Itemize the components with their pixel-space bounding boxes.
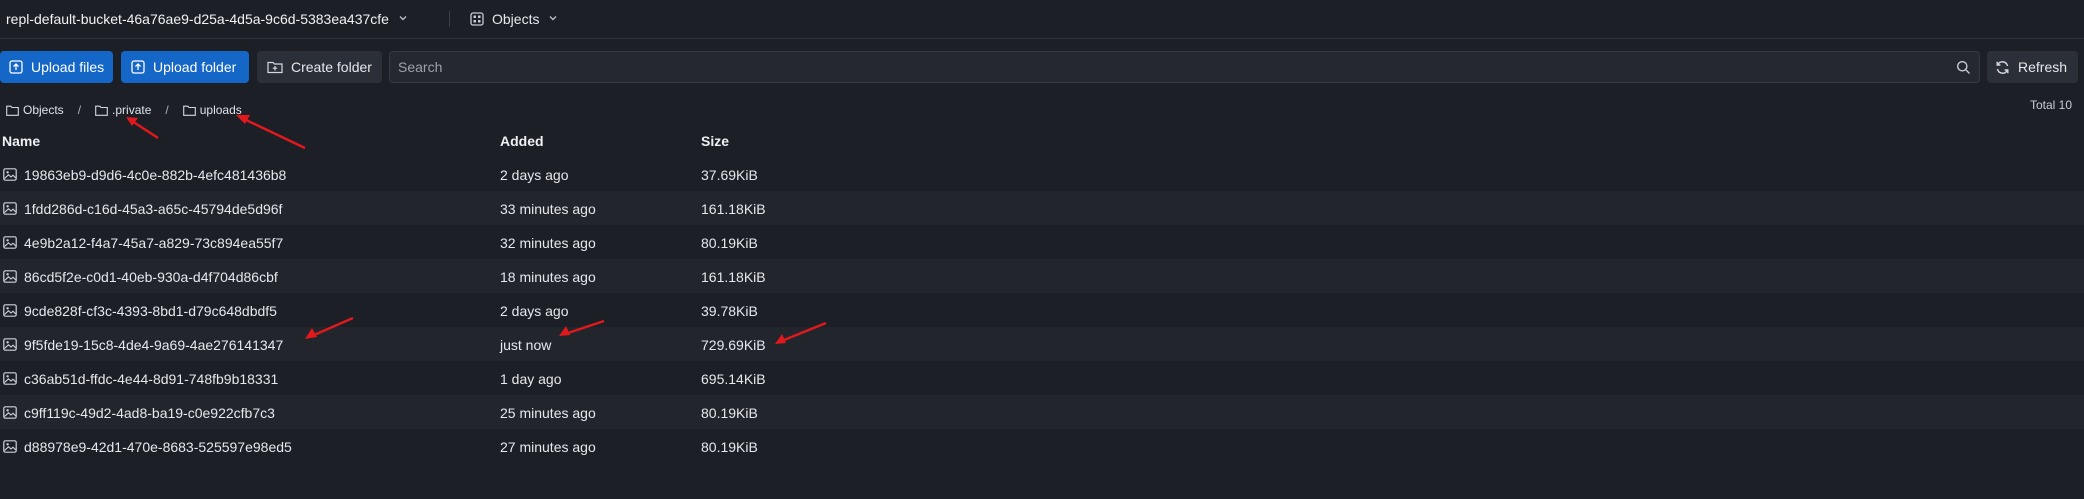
refresh-button[interactable]: Refresh — [1987, 51, 2078, 83]
object-size: 161.18KiB — [701, 201, 766, 217]
object-added: 18 minutes ago — [500, 269, 596, 285]
view-selector[interactable]: Objects — [470, 11, 558, 27]
object-added: 32 minutes ago — [500, 235, 596, 251]
object-size: 729.69KiB — [701, 337, 766, 353]
object-size: 695.14KiB — [701, 371, 766, 387]
search-icon[interactable] — [1956, 60, 1971, 80]
column-header-size[interactable]: Size — [701, 133, 729, 149]
image-file-icon — [3, 338, 17, 354]
breadcrumb-item-private[interactable]: .private — [95, 103, 151, 117]
object-size: 80.19KiB — [701, 439, 758, 455]
folder-icon — [6, 105, 19, 116]
object-size: 37.69KiB — [701, 167, 758, 183]
create-folder-button[interactable]: Create folder — [257, 51, 382, 83]
breadcrumb-item-objects[interactable]: Objects — [6, 103, 64, 117]
object-added: just now — [500, 337, 552, 353]
table-row[interactable]: c36ab51d-ffdc-4e44-8d91-748fb9b18331 1 da… — [0, 361, 2084, 395]
refresh-label: Refresh — [2018, 59, 2068, 75]
object-name[interactable]: 4e9b2a12-f4a7-45a7-a829-73c894ea55f7 — [24, 235, 283, 251]
upload-files-button[interactable]: Upload files — [0, 51, 113, 83]
object-added: 1 day ago — [500, 371, 562, 387]
bucket-selector[interactable]: repl-default-bucket-46a76ae9-d25a-4d5a-9… — [6, 11, 408, 27]
object-added: 27 minutes ago — [500, 439, 596, 455]
object-name[interactable]: d88978e9-42d1-470e-8683-525597e98ed5 — [24, 439, 292, 455]
table-row[interactable]: c9ff119c-49d2-4ad8-ba19-c0e922cfb7c3 25 m… — [0, 395, 2084, 429]
table-row[interactable]: 9f5fde19-15c8-4de4-9a69-4ae276141347 just… — [0, 327, 2084, 361]
folder-icon — [182, 105, 196, 116]
image-file-icon — [3, 236, 17, 252]
breadcrumb-separator: / — [165, 103, 169, 117]
breadcrumb-separator: / — [77, 103, 82, 117]
table-header: Name Added Size — [0, 129, 2084, 153]
column-header-name[interactable]: Name — [2, 133, 40, 149]
grid-icon — [470, 12, 484, 26]
breadcrumb-label: Objects — [23, 103, 64, 117]
image-file-icon — [3, 270, 17, 286]
table-row[interactable]: 9cde828f-cf3c-4393-8bd1-d79c648dbdf5 2 da… — [0, 293, 2084, 327]
header-divider — [449, 11, 450, 27]
image-file-icon — [3, 168, 17, 184]
table-row[interactable]: d88978e9-42d1-470e-8683-525597e98ed5 27 m… — [0, 429, 2084, 463]
object-added: 2 days ago — [500, 303, 569, 319]
upload-icon — [9, 60, 23, 74]
object-added: 2 days ago — [500, 167, 569, 183]
upload-folder-label: Upload folder — [153, 59, 237, 75]
object-size: 161.18KiB — [701, 269, 766, 285]
upload-icon — [131, 60, 145, 74]
table-row[interactable]: 4e9b2a12-f4a7-45a7-a829-73c894ea55f7 32 m… — [0, 225, 2084, 259]
chevron-down-icon — [548, 12, 558, 26]
total-count: Total 10 — [2029, 98, 2072, 112]
folder-plus-icon — [267, 61, 283, 74]
object-added: 25 minutes ago — [500, 405, 596, 421]
object-name[interactable]: 9cde828f-cf3c-4393-8bd1-d79c648dbdf5 — [24, 303, 277, 319]
object-name[interactable]: 19863eb9-d9d6-4c0e-882b-4efc481436b8 — [24, 167, 286, 183]
breadcrumb: Objects / .private / uploads — [6, 101, 242, 119]
objects-table: 19863eb9-d9d6-4c0e-882b-4efc481436b8 2 da… — [0, 157, 2084, 463]
breadcrumb-label: uploads — [199, 103, 242, 117]
object-added: 33 minutes ago — [500, 201, 596, 217]
view-label: Objects — [492, 11, 540, 27]
table-row[interactable]: 1fdd286d-c16d-45a3-a65c-45794de5d96f 33 m… — [0, 191, 2084, 225]
object-name[interactable]: 86cd5f2e-c0d1-40eb-930a-d4f704d86cbf — [24, 269, 278, 285]
image-file-icon — [3, 406, 17, 422]
top-bar: repl-default-bucket-46a76ae9-d25a-4d5a-9… — [0, 0, 2084, 39]
object-name[interactable]: 1fdd286d-c16d-45a3-a65c-45794de5d96f — [24, 201, 282, 217]
search-box — [389, 51, 1980, 83]
create-folder-label: Create folder — [291, 59, 372, 75]
object-name[interactable]: 9f5fde19-15c8-4de4-9a69-4ae276141347 — [24, 337, 283, 353]
folder-icon — [95, 105, 108, 116]
upload-folder-button[interactable]: Upload folder — [121, 51, 249, 83]
upload-files-label: Upload files — [31, 59, 105, 75]
object-size: 39.78KiB — [701, 303, 758, 319]
column-header-added[interactable]: Added — [500, 133, 544, 149]
breadcrumb-item-uploads[interactable]: uploads — [182, 103, 242, 117]
chevron-down-icon — [398, 12, 408, 26]
object-size: 80.19KiB — [701, 405, 758, 421]
image-file-icon — [3, 372, 17, 388]
breadcrumb-label: .private — [112, 103, 152, 117]
refresh-icon — [1996, 60, 2009, 74]
object-name[interactable]: c9ff119c-49d2-4ad8-ba19-c0e922cfb7c3 — [24, 405, 275, 421]
image-file-icon — [3, 440, 17, 456]
image-file-icon — [3, 202, 17, 218]
bucket-name: repl-default-bucket-46a76ae9-d25a-4d5a-9… — [6, 11, 389, 27]
image-file-icon — [3, 304, 17, 320]
table-row[interactable]: 86cd5f2e-c0d1-40eb-930a-d4f704d86cbf 18 m… — [0, 259, 2084, 293]
table-row[interactable]: 19863eb9-d9d6-4c0e-882b-4efc481436b8 2 da… — [0, 157, 2084, 191]
search-input[interactable] — [390, 52, 1979, 82]
object-size: 80.19KiB — [701, 235, 758, 251]
object-name[interactable]: c36ab51d-ffdc-4e44-8d91-748fb9b18331 — [24, 371, 278, 387]
